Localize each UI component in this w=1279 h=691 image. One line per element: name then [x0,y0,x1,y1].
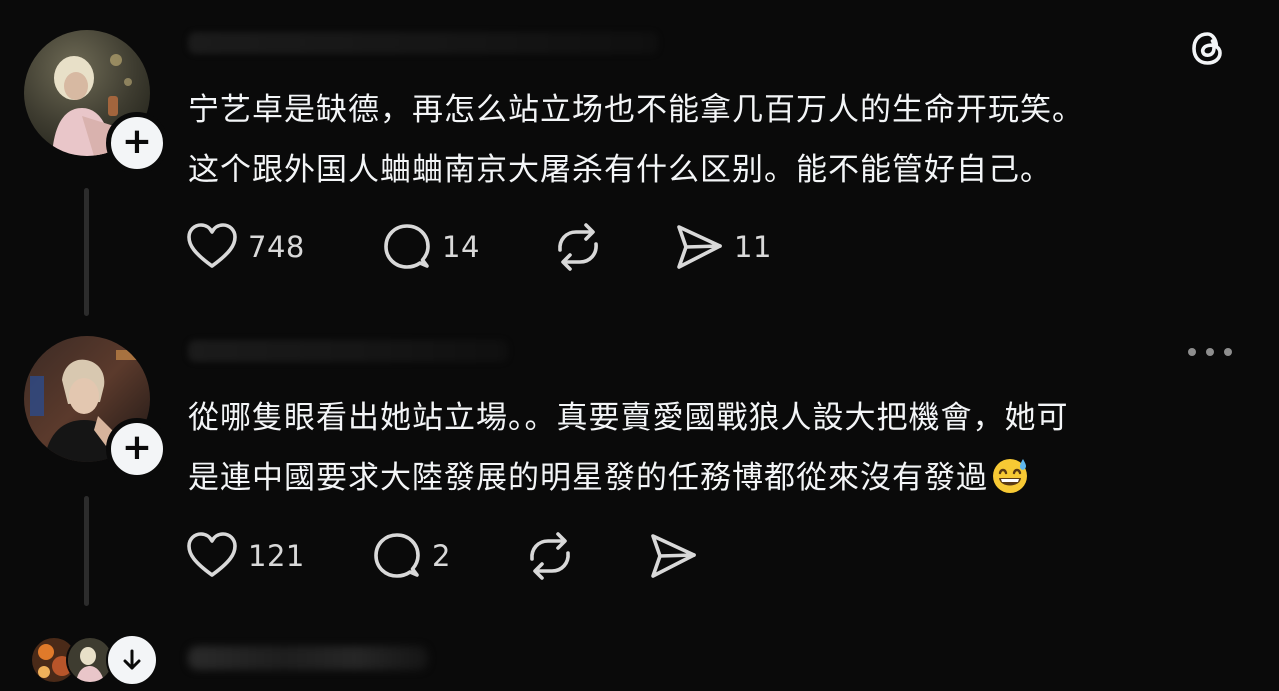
heart-icon [187,223,237,268]
send-icon [651,534,696,578]
username-blurred [188,340,508,362]
thread-line [84,496,89,606]
post: + 宁艺卓是缺德，再怎么站立场也不能拿几百万人的生命开玩笑。 这个跟外国人蛐蛐南… [0,0,1279,320]
author-avatar[interactable]: + [24,336,168,480]
more-replies-row[interactable] [30,634,450,686]
reply-preview-blurred [188,646,428,670]
post-text-line: 宁艺卓是缺德，再怎么站立场也不能拿几百万人的生命开玩笑。 [188,92,1084,128]
post-text: 宁艺卓是缺德，再怎么站立场也不能拿几百万人的生命开玩笑。 这个跟外国人蛐蛐南京大… [188,80,1248,200]
reply-button[interactable]: 2 [372,531,524,581]
more-icon[interactable] [1186,344,1234,360]
reply-count: 2 [432,539,451,573]
comment-icon [374,533,420,578]
follow-button[interactable]: + [106,418,168,480]
reply-count: 14 [442,230,480,264]
post-text-line: 这个跟外国人蛐蛐南京大屠杀有什么区别。能不能管好自己。 [188,152,1052,188]
username-blurred [188,32,658,54]
repost-icon [558,223,598,271]
post-text-line: 從哪隻眼看出她站立場。。真要賣愛國戰狼人設大把機會，她可 [188,400,1069,436]
like-button[interactable]: 121 [186,531,372,581]
post-text: 從哪隻眼看出她站立場。。真要賣愛國戰狼人設大把機會，她可 是連中國要求大陸發展的… [188,388,1248,508]
repost-button[interactable] [552,222,674,272]
repost-icon [530,532,570,580]
author-avatar[interactable]: + [24,30,168,174]
arrow-down-icon [123,649,141,670]
like-count: 121 [248,539,305,573]
thread-line [84,188,89,316]
like-button[interactable]: 748 [186,222,382,272]
reply-button[interactable]: 14 [382,222,552,272]
post: + 從哪隻眼看出她站立場。。真要賣愛國戰狼人設大把機會，她可 是連中國要求大陸發… [0,330,1279,620]
repost-button[interactable] [524,531,648,581]
share-button[interactable] [648,531,698,581]
comment-icon [384,224,430,269]
share-button[interactable]: 11 [674,222,772,272]
heart-icon [187,532,237,577]
post-actions: 121 2 [186,531,698,581]
expand-replies-button[interactable] [106,634,158,686]
share-count: 11 [734,230,772,264]
plus-icon: + [121,426,153,468]
follow-button[interactable]: + [106,112,168,174]
post-text-line: 是連中國要求大陸發展的明星發的任務博都從來沒有發過 [188,460,988,496]
post-actions: 748 14 11 [186,222,772,272]
plus-icon: + [121,120,153,162]
grinning-face-with-sweat-icon [993,459,1027,493]
threads-view: + 宁艺卓是缺德，再怎么站立场也不能拿几百万人的生命开玩笑。 这个跟外国人蛐蛐南… [0,0,1279,691]
like-count: 748 [248,230,305,264]
send-icon [677,225,722,269]
